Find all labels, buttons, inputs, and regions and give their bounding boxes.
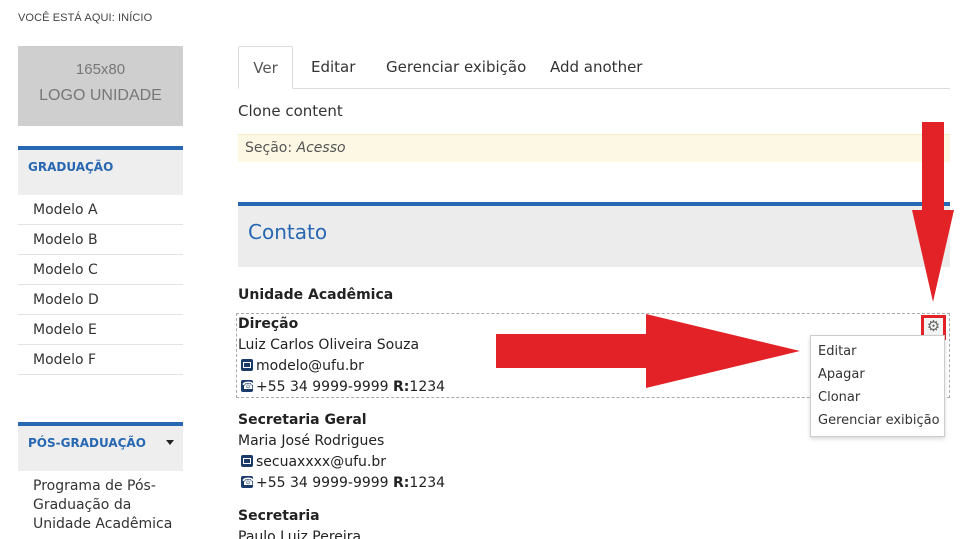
envelope-icon (241, 455, 253, 467)
dropdown-item-apagar[interactable]: Apagar (811, 363, 944, 386)
gear-icon: ⚙ (926, 318, 941, 335)
sidebar-item-modelo-c[interactable]: Modelo C (18, 255, 183, 285)
sidebar-heading-label: PÓS-GRADUAÇÃO (28, 436, 146, 450)
logo-size: 165x80 (75, 61, 126, 78)
dropdown-item-clonar[interactable]: Clonar (811, 386, 944, 409)
tab-editar[interactable]: Editar (311, 46, 355, 89)
ramal-label: R: (393, 475, 410, 491)
contact-name: Paulo Luiz Pereira (238, 529, 362, 539)
phone-icon (241, 472, 254, 493)
sidebar-heading-label: GRADUAÇÃO (28, 160, 114, 174)
unidade-title: Unidade Acadêmica (238, 287, 394, 303)
clone-content-link[interactable]: Clone content (238, 102, 343, 120)
contato-header: Contato (238, 202, 950, 267)
contextual-links-dropdown: Editar Apagar Clonar Gerenciar exibição (810, 335, 945, 437)
annotation-arrow-down (912, 122, 954, 302)
annotation-arrow-right (496, 314, 800, 388)
sidebar-item-modelo-b[interactable]: Modelo B (18, 225, 183, 255)
contato-title: Contato (248, 220, 328, 244)
contact-phone: +55 34 9999-9999 (256, 379, 389, 395)
ramal-value: 1234 (409, 475, 446, 491)
tab-gerenciar-exibicao[interactable]: Gerenciar exibição (386, 46, 526, 89)
sidebar-heading-pos-graduacao[interactable]: PÓS-GRADUAÇÃO (18, 422, 183, 471)
contact-role: Secretaria (238, 508, 320, 524)
section-prefix: Seção: (245, 140, 293, 156)
sidebar-graduacao: GRADUAÇÃO Modelo A Modelo B Modelo C Mod… (18, 146, 183, 375)
sidebar-item-programa[interactable]: Programa de Pós-Graduação da Unidade Aca… (18, 471, 183, 534)
sidebar-item-modelo-f[interactable]: Modelo F (18, 345, 183, 375)
contact-secretaria-geral: Secretaria Geral Maria José Rodrigues se… (238, 410, 445, 494)
logo-label: LOGO UNIDADE (39, 87, 162, 104)
section-notice: Seção: Acesso (238, 134, 950, 162)
contact-role: Secretaria Geral (238, 412, 367, 428)
dropdown-item-editar[interactable]: Editar (811, 340, 944, 363)
sidebar-item-modelo-e[interactable]: Modelo E (18, 315, 183, 345)
sidebar-pos-graduacao: PÓS-GRADUAÇÃO Programa de Pós-Graduação … (18, 422, 183, 534)
ramal-value: 1234 (409, 379, 446, 395)
contact-email[interactable]: secuaxxxx@ufu.br (256, 454, 386, 470)
breadcrumb: VOCÊ ESTÁ AQUI: INÍCIO (18, 12, 153, 24)
logo-placeholder[interactable]: 165x80 LOGO UNIDADE (18, 46, 183, 126)
dropdown-item-gerenciar-exibicao[interactable]: Gerenciar exibição (811, 409, 944, 432)
tab-add-another[interactable]: Add another (550, 46, 642, 89)
sidebar-item-modelo-a[interactable]: Modelo A (18, 195, 183, 225)
contact-direcao: Direção Luiz Carlos Oliveira Souza model… (238, 314, 445, 398)
contact-secretaria: Secretaria Paulo Luiz Pereira (238, 506, 361, 539)
contact-name: Luiz Carlos Oliveira Souza (238, 337, 420, 353)
section-value: Acesso (296, 140, 346, 156)
contact-role: Direção (238, 316, 299, 332)
sidebar-item-modelo-d[interactable]: Modelo D (18, 285, 183, 315)
contact-email[interactable]: modelo@ufu.br (256, 358, 364, 374)
tab-ver[interactable]: Ver (238, 46, 293, 89)
phone-icon (241, 376, 254, 397)
ramal-label: R: (393, 379, 410, 395)
contact-phone: +55 34 9999-9999 (256, 475, 389, 491)
contact-name: Maria José Rodrigues (238, 433, 385, 449)
sidebar-heading-graduacao[interactable]: GRADUAÇÃO (18, 146, 183, 195)
envelope-icon (241, 359, 253, 371)
tab-bar: Ver Editar Gerenciar exibição Add anothe… (238, 46, 950, 89)
caret-down-icon[interactable] (166, 440, 174, 445)
